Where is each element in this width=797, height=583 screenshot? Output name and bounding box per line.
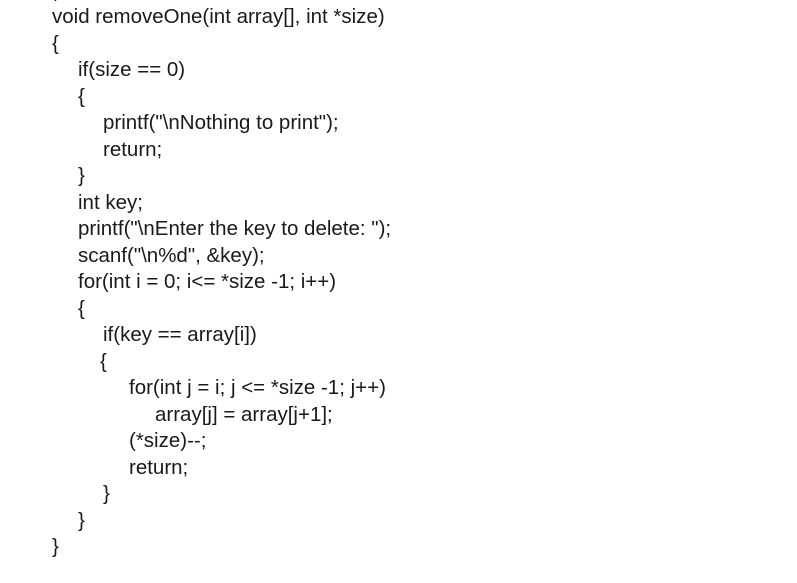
code-line-int-key: int key; <box>78 191 143 214</box>
code-line-scanf: scanf("\n%d", &key); <box>78 244 265 267</box>
code-line-size-decrement: (*size)--; <box>129 429 207 452</box>
code-line-return: return; <box>129 456 189 479</box>
code-line-open-brace: { <box>100 350 107 373</box>
cropped-line-fragment: } <box>52 0 58 1</box>
code-line-close-brace: } <box>78 509 85 532</box>
code-line-close-brace: } <box>52 535 59 558</box>
code-line-for-j: for(int j = i; j <= *size -1; j++) <box>129 376 386 399</box>
code-line-close-brace: } <box>103 482 110 505</box>
code-line-function-signature: void removeOne(int array[], int *size) <box>52 5 385 28</box>
code-line-return: return; <box>103 138 163 161</box>
code-line-open-brace: { <box>78 85 85 108</box>
code-line-if-size-zero: if(size == 0) <box>78 58 186 81</box>
code-listing: } void removeOne(int array[], int *size)… <box>0 0 797 583</box>
code-line-for-i: for(int i = 0; i<= *size -1; i++) <box>78 270 337 293</box>
code-line-printf-enter-key: printf("\nEnter the key to delete: "); <box>78 217 392 240</box>
code-line-open-brace: { <box>78 297 85 320</box>
code-line-open-brace: { <box>52 32 59 55</box>
code-line-printf-nothing: printf("\nNothing to print"); <box>103 111 339 134</box>
code-line-if-key-match: if(key == array[i]) <box>103 323 257 346</box>
code-line-array-shift: array[j] = array[j+1]; <box>155 403 333 426</box>
code-line-close-brace: } <box>78 164 85 187</box>
